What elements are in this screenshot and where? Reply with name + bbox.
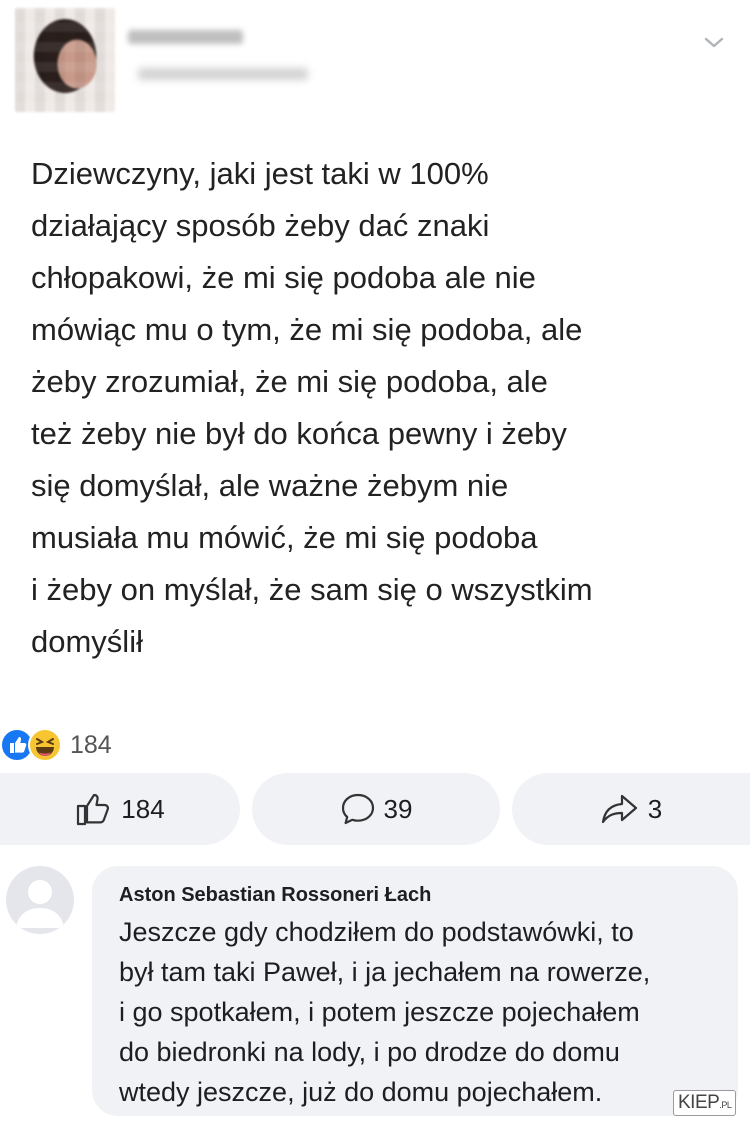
comment-author[interactable]: Aston Sebastian Rossoneri Łach [119, 884, 431, 907]
default-profile-icon [16, 880, 64, 928]
poster-avatar[interactable] [15, 8, 115, 112]
comment-icon [341, 793, 374, 825]
chevron-down-icon[interactable] [702, 34, 726, 52]
share-button[interactable]: 3 [512, 773, 750, 845]
comment-button[interactable]: 39 [252, 773, 500, 845]
post-meta-blurred [138, 68, 308, 80]
share-count: 3 [647, 793, 663, 824]
reaction-count: 184 [70, 730, 112, 759]
post-text: Dziewczyny, jaki jest taki w 100% działa… [31, 156, 593, 659]
like-button[interactable]: 184 [0, 773, 240, 845]
comment-count: 39 [383, 793, 413, 824]
haha-icon [28, 728, 62, 762]
site-watermark: KIEP.PL [673, 1090, 737, 1116]
comment-text: Jeszcze gdy chodziłem do podstawówki, to… [119, 917, 651, 1107]
share-icon [601, 794, 637, 824]
like-count: 184 [121, 793, 165, 824]
watermark-suffix: .PL [719, 1100, 732, 1110]
watermark-main: KIEP [678, 1092, 720, 1113]
reactions-summary[interactable]: 184 [0, 728, 112, 762]
poster-name-blurred[interactable] [128, 30, 243, 44]
commenter-avatar[interactable] [6, 866, 74, 934]
thumbs-up-icon [77, 793, 110, 826]
